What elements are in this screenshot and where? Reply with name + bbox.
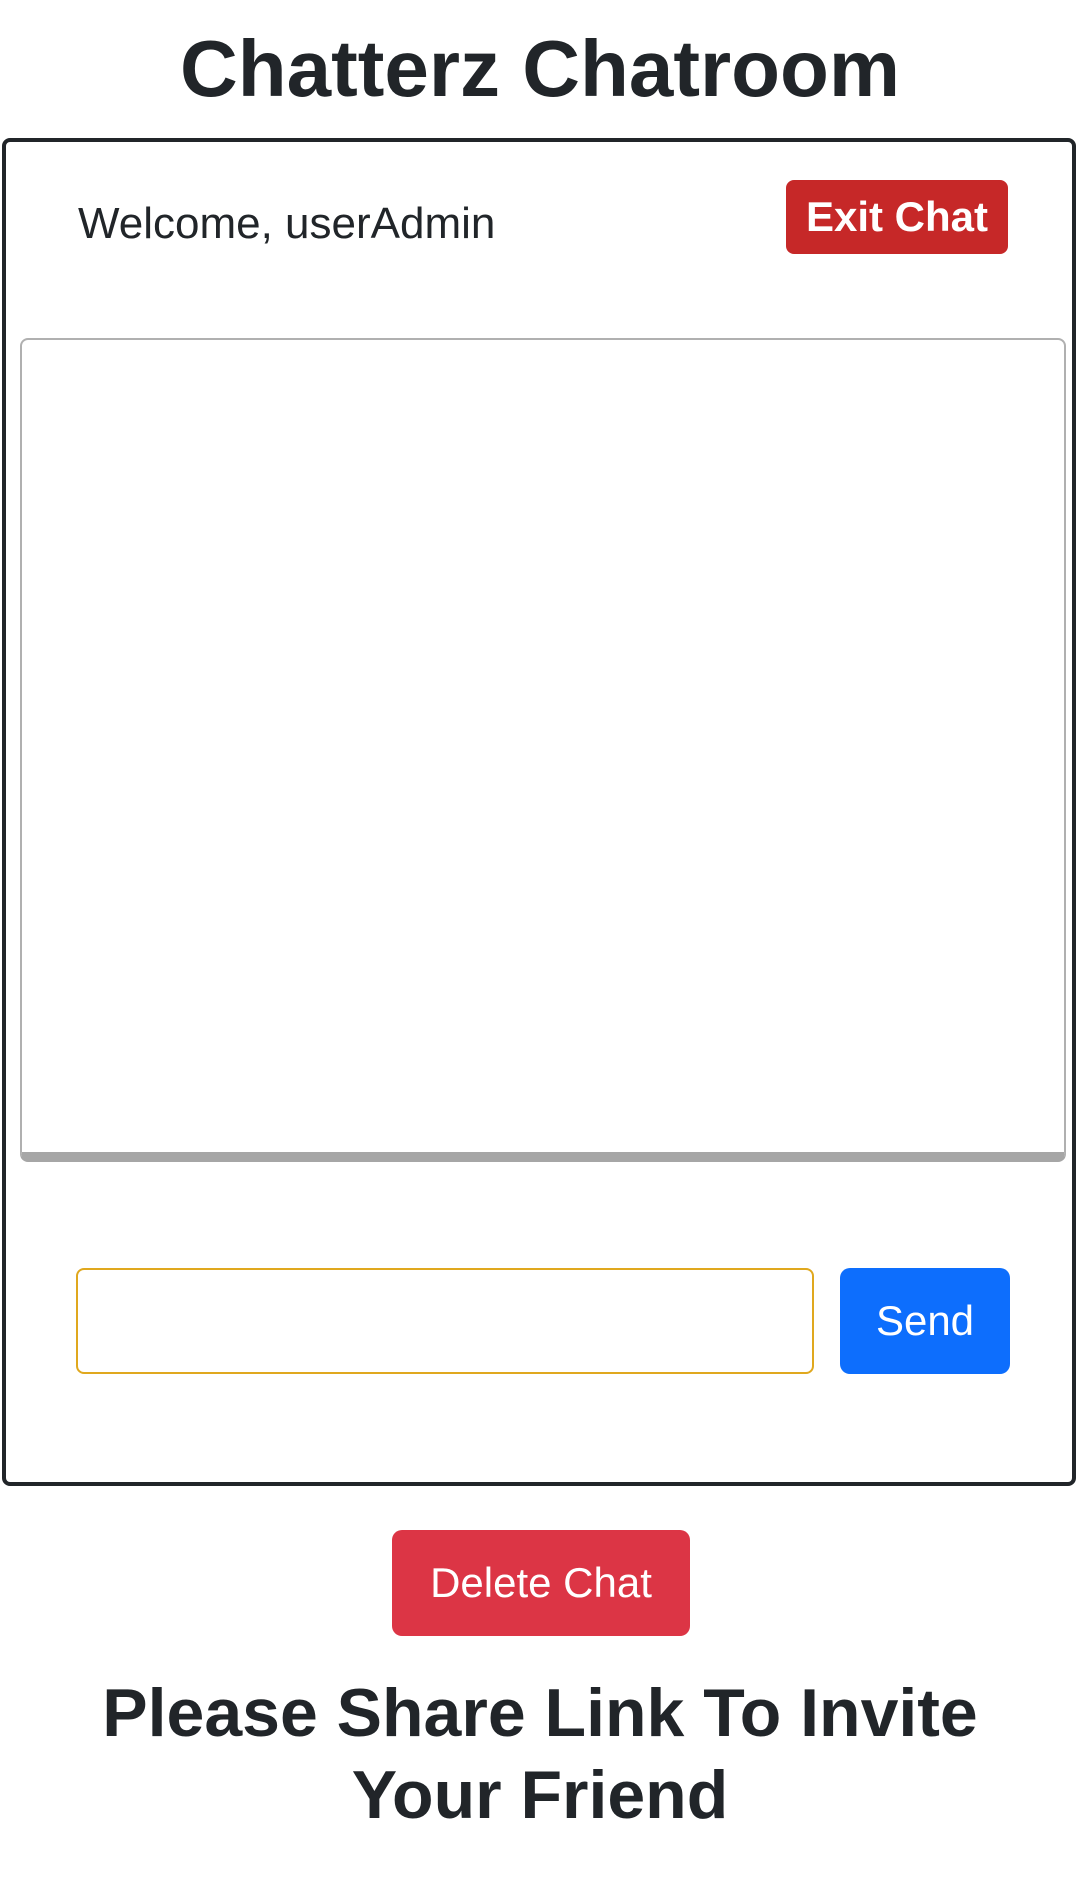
welcome-prefix: Welcome, [78, 199, 286, 248]
chat-card: Welcome, userAdmin Exit Chat Send [2, 138, 1076, 1486]
welcome-message: Welcome, userAdmin [78, 194, 495, 254]
send-button[interactable]: Send [840, 1268, 1010, 1374]
message-input[interactable] [76, 1268, 814, 1374]
exit-chat-button[interactable]: Exit Chat [786, 180, 1008, 254]
username-label: userAdmin [285, 199, 496, 248]
page-title: Chatterz Chatroom [179, 24, 901, 113]
invite-heading: Please Share Link To Invite Your Friend [102, 1675, 978, 1833]
delete-chat-button[interactable]: Delete Chat [392, 1530, 690, 1636]
message-list[interactable] [20, 338, 1066, 1162]
